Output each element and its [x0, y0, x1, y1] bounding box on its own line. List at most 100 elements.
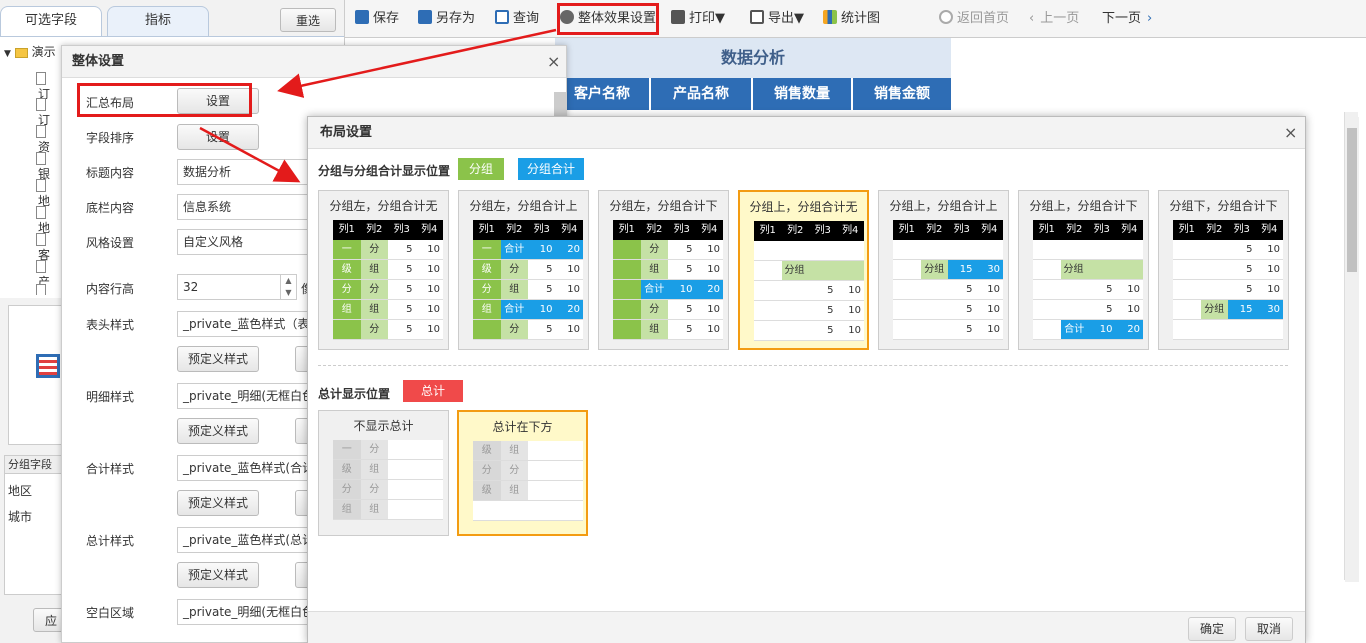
- card-title: 分组上，分组合计下: [1029, 199, 1138, 213]
- file-icon: [36, 260, 46, 273]
- close-icon[interactable]: ×: [547, 52, 560, 71]
- export-button[interactable]: 导出▼: [750, 0, 804, 38]
- print-icon: [671, 10, 685, 24]
- save-as-button[interactable]: 另存为: [418, 0, 475, 38]
- file-icon: [36, 152, 46, 165]
- label-total-style: 总计样式: [86, 534, 135, 548]
- tab-optional-fields[interactable]: 可选字段: [0, 6, 102, 36]
- layout-option-card-selected[interactable]: 分组上，分组合计无 列1 列2 列3 列4 一级分组 分组 5 10 5 10 5 10: [738, 190, 869, 350]
- query-button[interactable]: 查询: [495, 0, 539, 38]
- dialog-footer: 确定 取消: [308, 611, 1305, 643]
- reselect-button[interactable]: 重选: [280, 8, 336, 32]
- layout-option-card[interactable]: 分组左，分组合计无 列1 列2 列3 列4 一分 5 10 级组 5 10 分分 5 10 组组5…: [318, 190, 449, 350]
- layout-option-card[interactable]: 分组下，分组合计下 列1 列2 列3 列4 5 10 5 10 5 10 分组 15 30 一级…: [1158, 190, 1289, 350]
- file-icon: [36, 284, 46, 295]
- card-title: 分组左，分组合计上: [469, 199, 578, 213]
- footer-content-input[interactable]: 信息系统: [177, 194, 317, 220]
- layout-settings-dialog: 布局设置 × 分组与分组合计显示位置 分组 分组合计 分组左，分组合计无 列1 列…: [307, 116, 1359, 643]
- card-title: 总计在下方: [492, 420, 553, 434]
- group-item[interactable]: 地区: [8, 482, 32, 499]
- total-style-input[interactable]: _private_蓝色样式(总计: [177, 527, 317, 553]
- stats-chart-button[interactable]: 统计图: [823, 0, 880, 38]
- row-height-stepper[interactable]: 32: [177, 274, 297, 300]
- page-scrollbar[interactable]: [1344, 112, 1358, 580]
- expand-icon[interactable]: ▼: [4, 49, 11, 59]
- stepper-arrows-icon[interactable]: ▲ ▼: [280, 275, 296, 299]
- card-title: 分组左，分组合计下: [609, 199, 718, 213]
- subtotal-preset-style-button[interactable]: 预定义样式: [177, 490, 259, 516]
- home-button[interactable]: 返回首页: [939, 0, 1009, 38]
- scrollbar-thumb[interactable]: [1347, 128, 1357, 272]
- total-option-card-selected[interactable]: 总计在下方 级组 分分 级组 总计: [457, 410, 588, 536]
- tree-node[interactable]: 订: [36, 97, 56, 127]
- blank-area-input[interactable]: _private_明细(无框白色: [177, 599, 317, 625]
- group-item[interactable]: 城市: [8, 508, 32, 525]
- dialog-title: 布局设置: [308, 117, 1305, 149]
- mini-table: 列1 列2 列3 列4 一级分组 分组 5 10 5 10 5 10: [754, 221, 864, 341]
- tree-node[interactable]: 资: [36, 124, 56, 154]
- table-icon: [36, 354, 60, 378]
- subtotal-style-input[interactable]: _private_蓝色样式(合计: [177, 455, 317, 481]
- report-column-header[interactable]: 销售数量: [753, 78, 851, 110]
- tree-node[interactable]: 订: [36, 71, 56, 101]
- query-icon: [495, 10, 509, 24]
- chevron-down-icon: ▼: [794, 11, 805, 26]
- layout-thumbnail[interactable]: [8, 305, 68, 445]
- layout-option-card[interactable]: 分组左，分组合计下 列1 列2 列3 列4 分 5 10 组 5 10 合计 10 20 分 5 10…: [598, 190, 729, 350]
- tree-node[interactable]: 客: [36, 232, 56, 262]
- next-page-button[interactable]: 下一页 ›: [1102, 0, 1152, 38]
- mini-table: 列1 列2 列3 列4 5 10 5 10 5 10 分组 15 30 一级分组: [1173, 220, 1283, 340]
- detail-preset-style-button[interactable]: 预定义样式: [177, 418, 259, 444]
- mini-table: 列1 列2 列3 列4 一级分组 分组 15 30 5 10 5 10 5 10: [893, 220, 1003, 340]
- tree-node[interactable]: 地: [36, 178, 56, 208]
- save-as-icon: [418, 10, 432, 24]
- chevron-right-icon: ›: [1147, 11, 1153, 26]
- divider: [318, 365, 1288, 366]
- total-section-label: 总计显示位置: [318, 387, 391, 401]
- report-column-header[interactable]: 产品名称: [651, 78, 751, 110]
- layout-option-card[interactable]: 分组左，分组合计上 列1 列2 列3 列4 一合计 10 20 级分 5 10 分组 5 10 组…: [458, 190, 589, 350]
- file-icon: [36, 233, 46, 246]
- tree-root[interactable]: ▼ 演示: [4, 43, 56, 60]
- report-column-header[interactable]: 销售金额: [853, 78, 951, 110]
- card-title: 分组左，分组合计无: [329, 199, 438, 213]
- detail-style-input[interactable]: _private_明细(无框白色: [177, 383, 317, 409]
- label-row-height: 内容行高: [86, 282, 135, 296]
- file-icon: [36, 72, 46, 85]
- field-sort-set-button[interactable]: 设置: [177, 124, 259, 150]
- mini-table: 列1 列2 列3 列4 一合计 10 20 级分 5 10 分组 5 10 组合计 10 20 分51…: [473, 220, 583, 340]
- dialog-title: 整体设置: [62, 46, 566, 78]
- tree-node[interactable]: 银: [36, 151, 56, 181]
- home-icon: [939, 10, 953, 24]
- total-preset-style-button[interactable]: 预定义样式: [177, 562, 259, 588]
- title-content-input[interactable]: 数据分析: [177, 159, 317, 185]
- total-option-card[interactable]: 不显示总计 一分 级组 分分 组组: [318, 410, 449, 536]
- save-button[interactable]: 保存: [355, 0, 399, 38]
- card-title: 不显示总计: [353, 419, 414, 433]
- file-icon: [36, 98, 46, 111]
- label-field-sort: 字段排序: [86, 131, 135, 145]
- mini-table: 列1 列2 列3 列4 一级分组 分组 5 10 5 10 合计 10 20: [1033, 220, 1143, 340]
- file-icon: [36, 206, 46, 219]
- card-title: 分组上，分组合计无: [749, 200, 858, 214]
- tree-node[interactable]: 产: [36, 259, 56, 289]
- style-setting-select[interactable]: 自定义风格: [177, 229, 317, 255]
- report-column-header[interactable]: 客户名称: [555, 78, 649, 110]
- highlight-box: [77, 83, 252, 117]
- print-button[interactable]: 打印▼: [671, 0, 725, 38]
- tree-node[interactable]: 地: [36, 205, 56, 235]
- tab-indicators[interactable]: 指标: [107, 6, 209, 36]
- subtotal-tag: 分组合计: [518, 158, 584, 180]
- tree-node[interactable]: 销: [36, 283, 56, 295]
- highlight-box: [557, 3, 659, 35]
- layout-option-card[interactable]: 分组上，分组合计下 列1 列2 列3 列4 一级分组 分组 5 10 5 10 合计 10 2…: [1018, 190, 1149, 350]
- header-preset-style-button[interactable]: 预定义样式: [177, 346, 259, 372]
- layout-option-card[interactable]: 分组上，分组合计上 列1 列2 列3 列4 一级分组 分组 15 30 5 10 5 10 5…: [878, 190, 1009, 350]
- cancel-button[interactable]: 取消: [1245, 617, 1293, 641]
- ok-button[interactable]: 确定: [1188, 617, 1236, 641]
- header-style-input[interactable]: _private_蓝色样式（表头: [177, 311, 317, 337]
- bar-chart-icon: [823, 10, 837, 24]
- mini-table: 一分 级组 分分 组组: [333, 440, 443, 520]
- prev-page-button[interactable]: ‹ 上一页: [1029, 0, 1079, 38]
- close-icon[interactable]: ×: [1284, 123, 1297, 142]
